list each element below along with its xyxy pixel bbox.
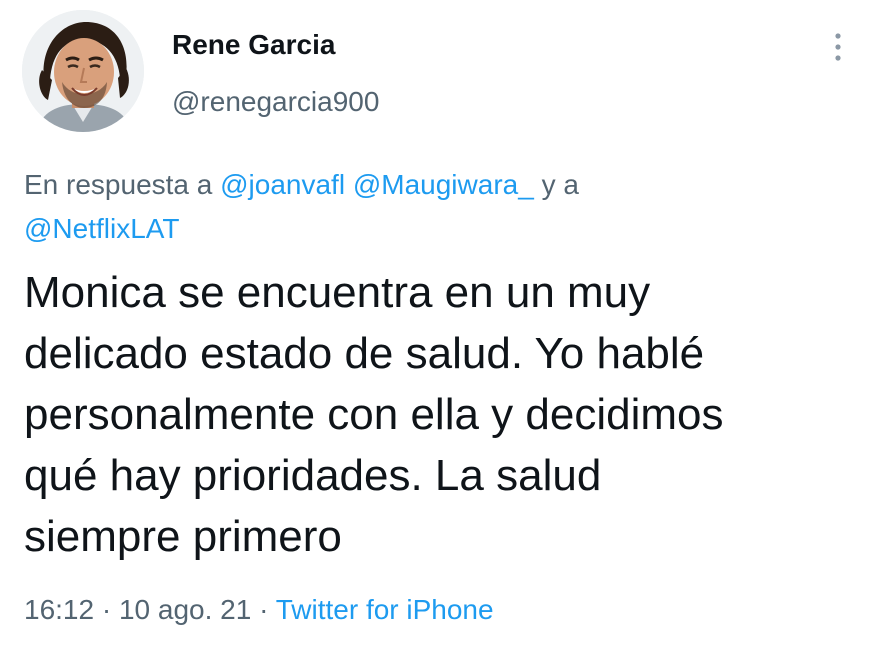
tweet-metadata: 16:12 · 10 ago. 21 · Twitter for iPhone: [24, 590, 494, 630]
mention-link[interactable]: @Maugiwara_: [353, 169, 534, 200]
mention-link[interactable]: @joanvafl: [220, 169, 345, 200]
reply-context: En respuesta a @joanvafl @Maugiwara_ y a…: [24, 163, 844, 251]
tweet-text-line: Monica se encuentra en un muy: [24, 268, 651, 317]
tweet-text-line: siempre primero: [24, 512, 342, 561]
separator-dot: ·: [259, 594, 269, 625]
reply-conjunction: y a: [541, 169, 579, 200]
mention-link[interactable]: @NetflixLAT: [24, 213, 180, 244]
tweet-text: Monica se encuentra en un muy delicado e…: [24, 262, 854, 567]
separator-dot: ·: [101, 594, 112, 625]
avatar[interactable]: [22, 10, 144, 132]
more-vertical-icon[interactable]: [826, 30, 850, 64]
user-handle[interactable]: @renegarcia900: [172, 85, 379, 119]
reply-prefix: En respuesta a: [24, 169, 213, 200]
tweet-card: Rene Garcia @renegarcia900 En respuesta …: [0, 0, 873, 650]
avatar-image: [22, 10, 144, 132]
tweet-date[interactable]: 10 ago. 21: [119, 594, 251, 625]
tweet-source-link[interactable]: Twitter for iPhone: [276, 594, 494, 625]
display-name[interactable]: Rene Garcia: [172, 28, 335, 62]
tweet-text-line: personalmente con ella y decidimos: [24, 390, 724, 439]
tweet-text-line: delicado estado de salud. Yo hablé: [24, 329, 705, 378]
tweet-time[interactable]: 16:12: [24, 594, 94, 625]
tweet-text-line: qué hay prioridades. La salud: [24, 451, 602, 500]
